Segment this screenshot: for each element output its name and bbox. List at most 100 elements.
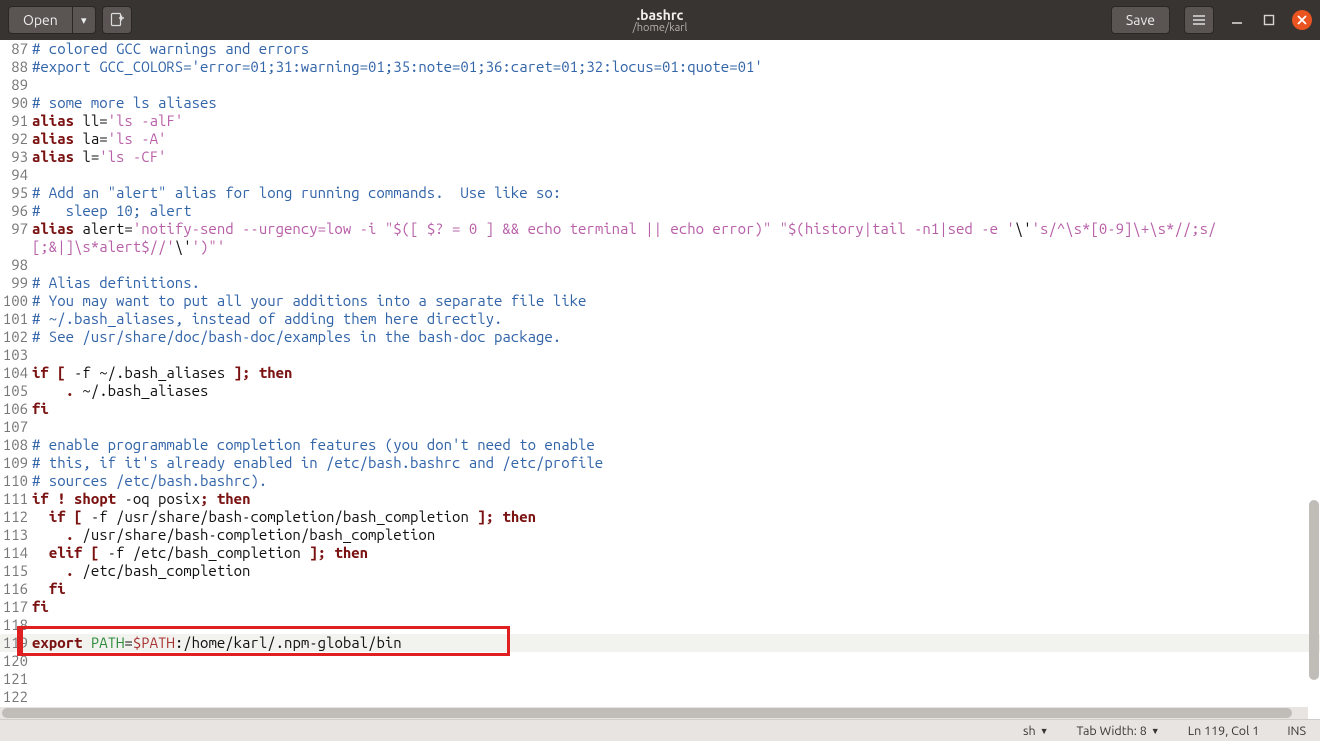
code-content[interactable] <box>32 418 1320 436</box>
code-line[interactable]: 119export PATH=$PATH:/home/karl/.npm-glo… <box>0 634 1320 652</box>
code-content[interactable]: if ! shopt -oq posix; then <box>32 490 1320 508</box>
code-content[interactable] <box>32 256 1320 274</box>
code-content[interactable]: # enable programmable completion feature… <box>32 436 1320 454</box>
vertical-scrollbar[interactable] <box>1308 40 1320 707</box>
code-line[interactable]: 116 fi <box>0 580 1320 598</box>
hamburger-menu-button[interactable] <box>1184 6 1214 34</box>
code-line[interactable]: 111if ! shopt -oq posix; then <box>0 490 1320 508</box>
code-content[interactable]: . ~/.bash_aliases <box>32 382 1320 400</box>
code-line[interactable]: 91alias ll='ls -alF' <box>0 112 1320 130</box>
code-line[interactable]: 107 <box>0 418 1320 436</box>
code-content[interactable] <box>32 76 1320 94</box>
line-number: 117 <box>0 598 32 616</box>
code-line[interactable]: 120 <box>0 652 1320 670</box>
code-line[interactable]: 114 elif [ -f /etc/bash_completion ]; th… <box>0 544 1320 562</box>
code-content[interactable]: # sleep 10; alert <box>32 202 1320 220</box>
code-content[interactable]: # sources /etc/bash.bashrc). <box>32 472 1320 490</box>
code-content[interactable]: . /usr/share/bash-completion/bash_comple… <box>32 526 1320 544</box>
code-content[interactable]: export PATH=$PATH:/home/karl/.npm-global… <box>32 634 1320 652</box>
code-content[interactable]: #export GCC_COLORS='error=01;31:warning=… <box>32 58 1320 76</box>
code-content[interactable]: # ~/.bash_aliases, instead of adding the… <box>32 310 1320 328</box>
line-number: 98 <box>0 256 32 274</box>
line-number: 111 <box>0 490 32 508</box>
code-content[interactable]: elif [ -f /etc/bash_completion ]; then <box>32 544 1320 562</box>
code-content[interactable]: alias alert='notify-send --urgency=low -… <box>32 220 1320 238</box>
code-content[interactable]: # colored GCC warnings and errors <box>32 40 1320 58</box>
save-button[interactable]: Save <box>1111 6 1170 34</box>
window-close-button[interactable] <box>1292 10 1312 30</box>
code-line[interactable]: 113 . /usr/share/bash-completion/bash_co… <box>0 526 1320 544</box>
code-content[interactable]: fi <box>32 580 1320 598</box>
status-tab-width-selector[interactable]: Tab Width: 8 ▼ <box>1063 724 1174 738</box>
code-content[interactable]: alias l='ls -CF' <box>32 148 1320 166</box>
vertical-scrollbar-thumb[interactable] <box>1309 500 1319 680</box>
code-content[interactable]: # See /usr/share/doc/bash-doc/examples i… <box>32 328 1320 346</box>
code-content[interactable]: # Add an "alert" alias for long running … <box>32 184 1320 202</box>
code-content[interactable]: alias la='ls -A' <box>32 130 1320 148</box>
code-content[interactable]: fi <box>32 400 1320 418</box>
code-line[interactable]: 117fi <box>0 598 1320 616</box>
code-line[interactable]: 93alias l='ls -CF' <box>0 148 1320 166</box>
open-split-button[interactable]: Open ▾ <box>8 6 96 34</box>
code-line[interactable]: 115 . /etc/bash_completion <box>0 562 1320 580</box>
code-content[interactable] <box>32 166 1320 184</box>
line-number: 112 <box>0 508 32 526</box>
line-number: 88 <box>0 58 32 76</box>
code-line[interactable]: 96# sleep 10; alert <box>0 202 1320 220</box>
open-dropdown-button[interactable]: ▾ <box>72 6 96 34</box>
code-content[interactable] <box>32 616 1320 634</box>
code-content[interactable]: [;&|]\s*alert$//'\'')"' <box>32 238 1320 256</box>
code-line[interactable]: 103 <box>0 346 1320 364</box>
code-line[interactable]: 100# You may want to put all your additi… <box>0 292 1320 310</box>
chevron-down-icon: ▼ <box>1151 726 1160 736</box>
horizontal-scrollbar[interactable] <box>0 707 1308 719</box>
code-content[interactable]: if [ -f ~/.bash_aliases ]; then <box>32 364 1320 382</box>
code-line[interactable]: 108# enable programmable completion feat… <box>0 436 1320 454</box>
open-button[interactable]: Open <box>8 6 72 34</box>
text-editor-area[interactable]: 87# colored GCC warnings and errors88#ex… <box>0 40 1320 719</box>
window-maximize-button[interactable] <box>1260 11 1278 29</box>
code-line[interactable]: 90# some more ls aliases <box>0 94 1320 112</box>
code-content[interactable]: fi <box>32 598 1320 616</box>
status-insert-mode[interactable]: INS <box>1273 724 1320 738</box>
code-content[interactable] <box>32 652 1320 670</box>
line-number: 121 <box>0 670 32 688</box>
code-content[interactable] <box>32 346 1320 364</box>
code-content[interactable]: # You may want to put all your additions… <box>32 292 1320 310</box>
new-document-button[interactable] <box>102 6 132 34</box>
code-line[interactable]: 112 if [ -f /usr/share/bash-completion/b… <box>0 508 1320 526</box>
code-line[interactable]: 89 <box>0 76 1320 94</box>
code-line[interactable]: 106fi <box>0 400 1320 418</box>
code-content[interactable] <box>32 670 1320 688</box>
code-line[interactable]: 99# Alias definitions. <box>0 274 1320 292</box>
code-content[interactable]: # Alias definitions. <box>32 274 1320 292</box>
window-minimize-button[interactable] <box>1228 11 1246 29</box>
code-line[interactable]: 122 <box>0 688 1320 706</box>
code-line[interactable]: 95# Add an "alert" alias for long runnin… <box>0 184 1320 202</box>
code-content[interactable]: if [ -f /usr/share/bash-completion/bash_… <box>32 508 1320 526</box>
code-content[interactable]: . /etc/bash_completion <box>32 562 1320 580</box>
line-number: 89 <box>0 76 32 94</box>
code-line[interactable]: 94 <box>0 166 1320 184</box>
code-line[interactable]: 92alias la='ls -A' <box>0 130 1320 148</box>
code-content[interactable] <box>32 688 1320 706</box>
code-content[interactable]: # some more ls aliases <box>32 94 1320 112</box>
code-line[interactable]: 109# this, if it's already enabled in /e… <box>0 454 1320 472</box>
hamburger-icon <box>1192 13 1206 27</box>
code-line[interactable]: 121 <box>0 670 1320 688</box>
code-line-wrap[interactable]: [;&|]\s*alert$//'\'')"' <box>0 238 1320 256</box>
code-line[interactable]: 102# See /usr/share/doc/bash-doc/example… <box>0 328 1320 346</box>
code-content[interactable]: alias ll='ls -alF' <box>32 112 1320 130</box>
code-line[interactable]: 98 <box>0 256 1320 274</box>
horizontal-scrollbar-thumb[interactable] <box>2 708 1292 718</box>
code-line[interactable]: 118 <box>0 616 1320 634</box>
status-language-selector[interactable]: sh ▼ <box>1009 724 1063 738</box>
code-line[interactable]: 101# ~/.bash_aliases, instead of adding … <box>0 310 1320 328</box>
code-line[interactable]: 104if [ -f ~/.bash_aliases ]; then <box>0 364 1320 382</box>
code-content[interactable]: # this, if it's already enabled in /etc/… <box>32 454 1320 472</box>
code-line[interactable]: 97alias alert='notify-send --urgency=low… <box>0 220 1320 238</box>
code-line[interactable]: 105 . ~/.bash_aliases <box>0 382 1320 400</box>
code-line[interactable]: 88#export GCC_COLORS='error=01;31:warnin… <box>0 58 1320 76</box>
code-line[interactable]: 87# colored GCC warnings and errors <box>0 40 1320 58</box>
code-line[interactable]: 110# sources /etc/bash.bashrc). <box>0 472 1320 490</box>
